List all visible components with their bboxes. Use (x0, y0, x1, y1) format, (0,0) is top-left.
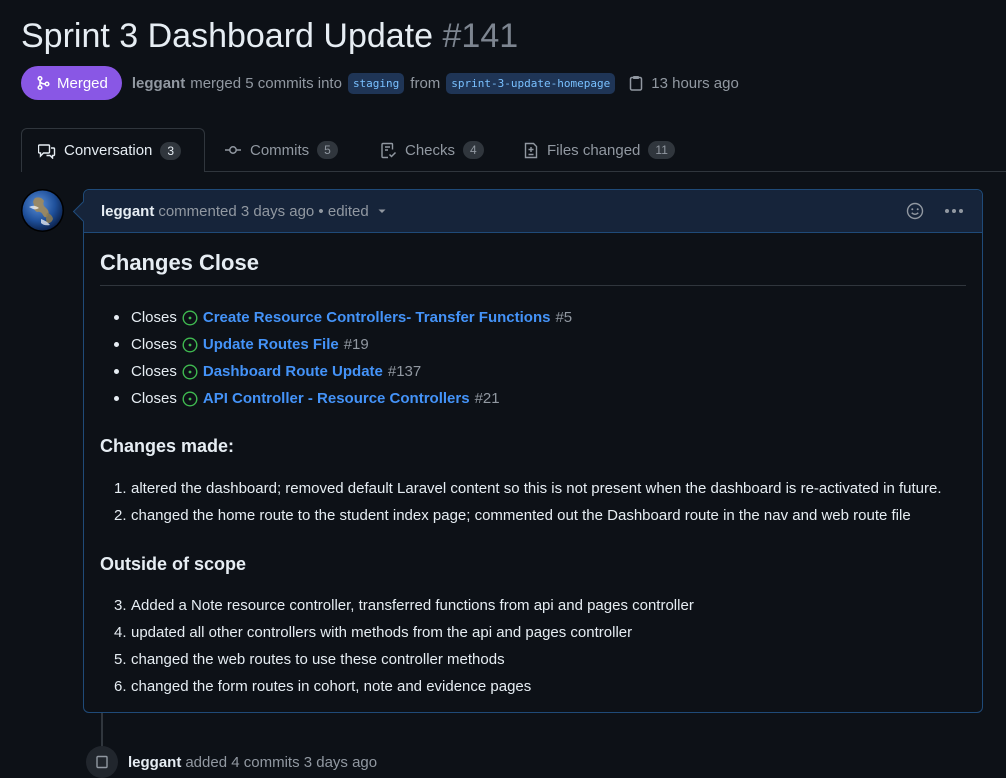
closes-prefix: Closes (131, 390, 177, 407)
timeline-event: leggant added 4 commits 3 days ago (86, 746, 377, 778)
closes-prefix: Closes (131, 363, 177, 380)
tab-commits[interactable]: Commits 5 (224, 128, 338, 172)
issue-link[interactable]: API Controller - Resource Controllers (203, 390, 470, 407)
tab-conversation[interactable]: Conversation 3 (21, 128, 205, 172)
pr-title-text: Sprint 3 Dashboard Update (21, 17, 434, 55)
tab-files-changed-count: 11 (648, 141, 675, 159)
merged-status-label: Merged (57, 74, 108, 92)
file-diff-icon (524, 142, 538, 158)
list-text: changed the form routes in cohort, note … (131, 678, 532, 695)
comment-header: leggant commented 3 days ago • edited (84, 190, 982, 233)
pr-description-comment: leggant commented 3 days ago • edited Ch… (83, 189, 983, 713)
list-item: Closes Dashboard Route Update #137 (114, 358, 572, 385)
list-text: changed the web routes to use these cont… (131, 651, 505, 668)
issue-ref: #21 (474, 390, 500, 407)
comment-options-button[interactable] (944, 208, 964, 214)
comment-discussion-icon (38, 143, 56, 159)
from-text: from (410, 74, 441, 92)
list-number: 6. (114, 678, 127, 695)
list-text: altered the dashboard; removed default L… (131, 480, 942, 497)
list-item: 5. changed the web routes to use these co… (114, 646, 694, 673)
comment-action-text: commented 3 days ago • edited (158, 202, 369, 220)
issue-opened-icon (182, 309, 198, 326)
outside-scope-list: 3. Added a Note resource controller, tran… (114, 592, 694, 700)
comment-author-link[interactable]: leggant (101, 203, 154, 220)
issue-link[interactable]: Update Routes File (203, 336, 339, 353)
heading-divider (100, 285, 966, 286)
add-reaction-button[interactable] (906, 202, 924, 220)
author-avatar[interactable] (21, 189, 64, 232)
tab-checks-label: Checks (405, 141, 456, 159)
list-item: 2. changed the home route to the student … (114, 502, 942, 529)
list-number: 3. (114, 597, 127, 614)
issue-ref: #19 (343, 336, 369, 353)
list-number: 4. (114, 624, 127, 641)
base-branch[interactable]: staging (347, 72, 405, 94)
closes-list: Closes Create Resource Controllers- Tran… (114, 304, 572, 412)
list-text: updated all other controllers with metho… (131, 624, 633, 641)
tab-files-changed[interactable]: Files changed 11 (523, 128, 675, 172)
merged-status-badge: Merged (21, 66, 122, 100)
copy-clipboard-icon[interactable] (629, 75, 643, 91)
list-item: Closes Create Resource Controllers- Tran… (114, 304, 572, 331)
tab-files-changed-label: Files changed (547, 141, 641, 159)
head-branch[interactable]: sprint-3-update-homepage (446, 72, 616, 94)
pr-meta: Merged leggant merged 5 commits into sta… (21, 66, 739, 100)
merged-text: merged 5 commits into (190, 74, 342, 92)
list-item: 4. updated all other controllers with met… (114, 619, 694, 646)
changes-made-list: 1. altered the dashboard; removed default… (114, 475, 942, 529)
pr-author-link[interactable]: leggant (132, 75, 185, 92)
pr-tabs: Conversation 3 Commits 5 Checks 4 Files … (0, 128, 1006, 172)
list-number: 5. (114, 651, 127, 668)
outside-scope-heading: Outside of scope (100, 554, 247, 574)
checklist-icon (381, 142, 397, 158)
issue-ref: #137 (387, 363, 422, 380)
edit-history-dropdown[interactable] (377, 206, 387, 216)
git-commit-icon (225, 146, 241, 154)
closes-prefix: Closes (131, 309, 177, 326)
git-merge-icon (37, 75, 50, 91)
issue-opened-icon (182, 363, 198, 380)
merged-time: 13 hours ago (651, 74, 739, 92)
triangle-down-icon (378, 209, 386, 213)
list-item: Closes API Controller - Resource Control… (114, 385, 572, 412)
repo-push-icon (86, 746, 118, 778)
issue-ref: #5 (555, 309, 573, 326)
changes-close-heading: Changes Close (100, 250, 259, 275)
list-item: 6. changed the form routes in cohort, not… (114, 673, 694, 700)
issue-link[interactable]: Create Resource Controllers- Transfer Fu… (203, 309, 551, 326)
tab-commits-label: Commits (250, 141, 310, 159)
closes-prefix: Closes (131, 336, 177, 353)
list-text: changed the home route to the student in… (131, 507, 911, 524)
pr-title: Sprint 3 Dashboard Update #141 (21, 14, 518, 58)
list-text: Added a Note resource controller, transf… (131, 597, 694, 614)
tab-conversation-count: 3 (160, 141, 182, 160)
list-number: 1. (114, 480, 127, 497)
list-number: 2. (114, 507, 127, 524)
issue-link[interactable]: Dashboard Route Update (203, 363, 383, 380)
tab-checks[interactable]: Checks 4 (380, 128, 484, 172)
smiley-icon (906, 202, 924, 220)
issue-opened-icon (182, 336, 198, 353)
pr-number: #141 (442, 17, 519, 55)
event-text: added 4 commits 3 days ago (185, 753, 378, 771)
issue-opened-icon (182, 390, 198, 407)
changes-made-heading: Changes made: (100, 436, 235, 456)
tab-conversation-label: Conversation (64, 142, 153, 159)
list-item: 3. Added a Note resource controller, tran… (114, 592, 694, 619)
tab-commits-count: 5 (317, 141, 338, 159)
list-item: 1. altered the dashboard; removed default… (114, 475, 942, 502)
list-item: Closes Update Routes File #19 (114, 331, 572, 358)
kebab-horizontal-icon (945, 209, 963, 213)
comment-actions (906, 190, 964, 232)
event-author-link[interactable]: leggant (128, 754, 181, 771)
tab-checks-count: 4 (463, 141, 484, 159)
